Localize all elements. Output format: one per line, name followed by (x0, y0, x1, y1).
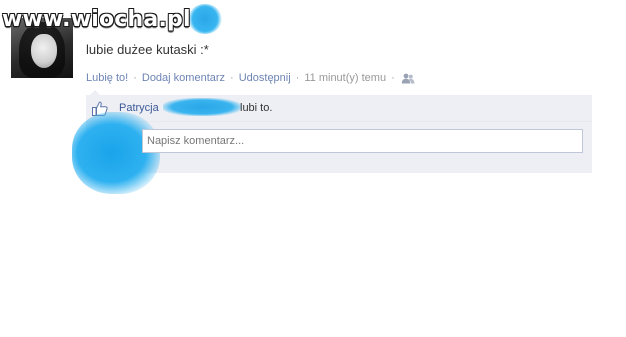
separator: · (295, 72, 300, 84)
like-link[interactable]: Lubię to! (86, 72, 128, 84)
separator: · (391, 72, 395, 84)
redaction-scribble (72, 112, 160, 194)
post-text: lubie dużee kutaski :* (86, 42, 209, 57)
comment-input[interactable] (142, 129, 583, 153)
add-comment-link[interactable]: Dodaj komentarz (142, 72, 225, 84)
likes-row: Patrycja lubi to. (86, 95, 592, 122)
separator: · (133, 72, 137, 84)
site-watermark: www.wiocha.pl (2, 7, 191, 32)
redaction-scribble (188, 4, 222, 34)
comment-composer (72, 112, 592, 194)
likes-suffix: lubi to. (240, 102, 273, 114)
post-actions: Lubię to! · Dodaj komentarz · Udostępnij… (86, 72, 415, 84)
post-timestamp[interactable]: 11 minut(y) temu (304, 72, 386, 84)
redaction-scribble (163, 98, 241, 116)
screenshot-stage: www.wiocha.pl lubie dużee kutaski :* Lub… (0, 0, 626, 337)
people-icon[interactable] (401, 73, 415, 84)
separator: · (230, 72, 234, 84)
share-link[interactable]: Udostępnij (239, 72, 291, 84)
comments-box: Patrycja lubi to. (72, 90, 592, 194)
